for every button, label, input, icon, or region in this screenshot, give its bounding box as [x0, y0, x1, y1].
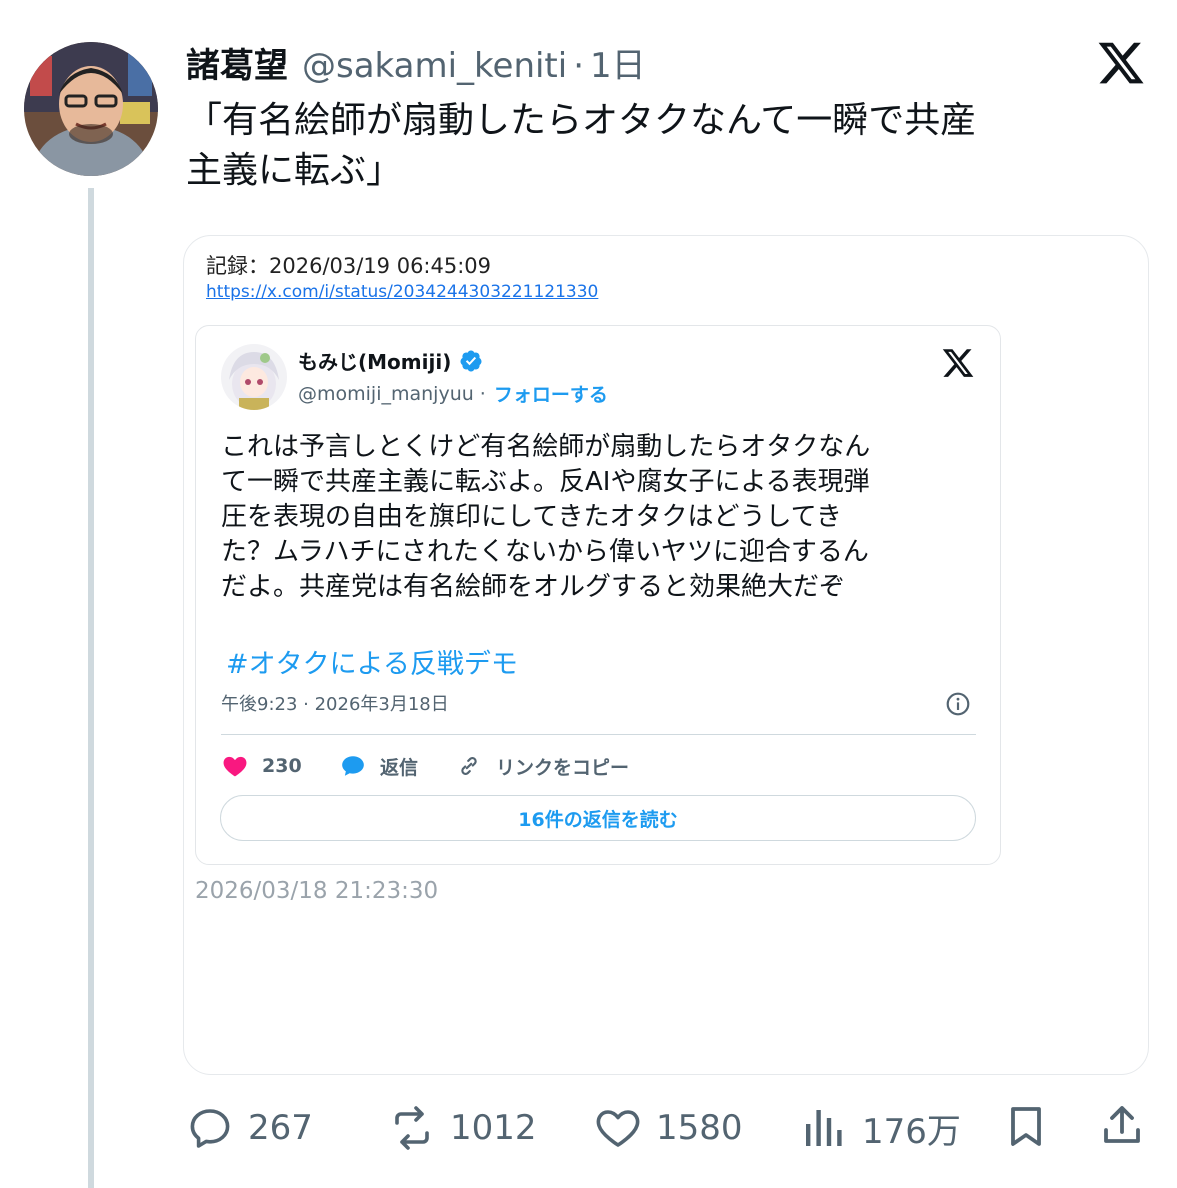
record-url-link[interactable]: https://x.com/i/status/20342443032211213…: [206, 282, 598, 302]
separator-dot: ·: [573, 46, 585, 86]
embed-reply-label: 返信: [380, 756, 419, 779]
info-icon[interactable]: [945, 691, 971, 717]
heart-icon: [596, 1110, 640, 1147]
reply-stat[interactable]: 267: [186, 1100, 313, 1156]
embed-like-action[interactable]: 230: [222, 752, 302, 780]
heart-icon: [223, 756, 247, 777]
bookmark-icon[interactable]: [1002, 1102, 1050, 1150]
retweet-count: 1012: [450, 1108, 537, 1148]
capture-timestamp: 2026/03/18 21:23:30: [195, 878, 439, 904]
reply-count: 267: [248, 1108, 313, 1148]
retweet-stat[interactable]: 1012: [388, 1100, 537, 1156]
embed-reply-action[interactable]: 返信: [340, 752, 418, 780]
comment-icon: [190, 1109, 230, 1148]
separator-dot: ·: [479, 382, 486, 405]
embed-like-count: 230: [262, 755, 302, 777]
author-avatar[interactable]: [24, 42, 158, 176]
verified-badge-icon: [460, 350, 482, 371]
embed-author-name-text: もみじ(Momiji): [298, 350, 452, 374]
tweet-header: 諸葛望 @sakami_keniti · 1日: [186, 38, 646, 90]
hashtag-link[interactable]: #オタクによる反戦デモ: [226, 642, 518, 681]
embed-avatar[interactable]: [221, 344, 287, 410]
embed-timestamp[interactable]: 午後9:23 · 2026年3月18日: [221, 690, 449, 716]
link-icon: [461, 757, 477, 775]
x-logo-icon[interactable]: [1096, 38, 1146, 88]
embed-handle-row: @momiji_manjyuu · フォローする: [298, 380, 608, 407]
read-replies-button[interactable]: 16件の返信を読む: [220, 795, 976, 841]
embed-author-name[interactable]: もみじ(Momiji): [298, 346, 483, 375]
x-logo-icon[interactable]: [940, 346, 976, 380]
tweet-text-line: 「有名絵師が扇動したらオタクなんて一瞬で共産: [186, 100, 977, 141]
embed-text-line: た？ムラハチにされたくないから偉いヤツに迎合するん: [221, 537, 869, 567]
tweet-text: 「有名絵師が扇動したらオタクなんて一瞬で共産 主義に転ぶ」: [186, 96, 1146, 196]
embed-tweet-text: これは予言しとくけど有名絵師が扇動したらオタクなん て一瞬で共産主義に転ぶよ。反…: [221, 430, 981, 605]
copy-link-label: リンクをコピー: [496, 756, 630, 779]
author-name[interactable]: 諸葛望: [186, 38, 288, 87]
tweet-text-line: 主義に転ぶ」: [186, 150, 403, 191]
tweet-time[interactable]: 1日: [590, 38, 646, 87]
retweet-icon: [395, 1106, 429, 1150]
thread-line: [88, 188, 94, 1188]
embed-text-line: て一瞬で共産主義に転ぶよ。反AIや腐女子による表現弾: [221, 467, 870, 497]
share-icon[interactable]: [1098, 1102, 1146, 1150]
embed-text-line: だよ。共産党は有名絵師をオルグすると効果絶大だぞ: [221, 572, 846, 602]
author-handle[interactable]: @sakami_keniti: [302, 46, 567, 86]
copy-link-action[interactable]: リンクをコピー: [456, 752, 629, 780]
embed-text-line: これは予言しとくけど有名絵師が扇動したらオタクなん: [221, 432, 871, 462]
follow-button[interactable]: フォローする: [494, 380, 608, 407]
embed-text-line: 圧を表現の自由を旗印にしてきたオタクはどうしてき: [221, 502, 842, 532]
embed-divider: [221, 734, 976, 735]
like-stat[interactable]: 1580: [594, 1100, 743, 1156]
reply-bubble-icon: [342, 756, 364, 776]
like-count: 1580: [656, 1108, 743, 1148]
record-label: 記録：2026/03/19 06:45:09: [206, 254, 492, 278]
views-stat[interactable]: 176万: [800, 1100, 961, 1156]
embed-handle[interactable]: @momiji_manjyuu: [298, 383, 474, 405]
views-count: 176万: [862, 1111, 961, 1152]
views-chart-icon: [806, 1110, 842, 1146]
